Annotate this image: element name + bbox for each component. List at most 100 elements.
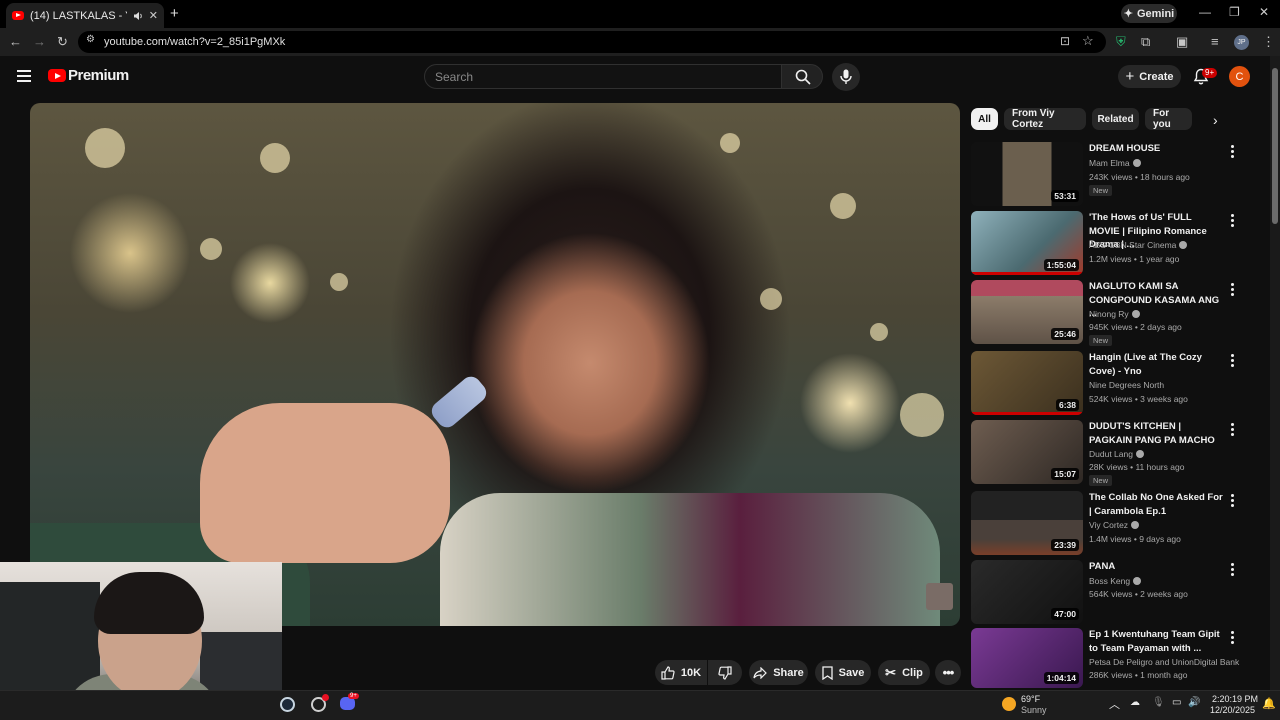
weather-temp[interactable]: 69°F — [1021, 694, 1040, 704]
recommendation-item[interactable]: 23:39 The Collab No One Asked For | Cara… — [971, 491, 1261, 557]
back-icon[interactable]: ← — [9, 34, 22, 49]
chevron-up-icon[interactable]: ︿ — [1109, 696, 1120, 712]
video-thumbnail[interactable]: 6:38 — [971, 351, 1083, 415]
steam-icon[interactable] — [280, 697, 295, 712]
cloud-icon[interactable]: ☁ — [1130, 697, 1140, 708]
hamburger-menu-icon[interactable] — [17, 70, 31, 82]
chip-for-you[interactable]: For you — [1145, 108, 1192, 130]
forward-icon[interactable]: → — [33, 34, 46, 49]
window-close-icon[interactable]: ✕ — [1259, 5, 1269, 19]
create-button[interactable]: + Create — [1118, 65, 1181, 88]
logo-text[interactable]: Premium — [68, 67, 129, 84]
recommendation-item[interactable]: 25:46 NAGLUTO KAMI SA CONGPOUND KASAMA A… — [971, 280, 1261, 346]
browser-menu-icon[interactable]: ⋮ — [1262, 34, 1275, 50]
reload-icon[interactable]: ↻ — [57, 34, 68, 50]
verified-icon — [1131, 521, 1140, 529]
browser-tab[interactable]: (14) LASTKALAS - YouTube ✕ — [6, 3, 164, 28]
more-options-icon[interactable] — [1231, 145, 1235, 159]
video-title[interactable]: Hangin (Live at The Cozy Cove) - Yno — [1089, 351, 1224, 378]
youtube-favicon-icon — [12, 11, 24, 20]
chip-all[interactable]: All — [971, 108, 998, 130]
more-options-icon[interactable] — [1231, 354, 1235, 368]
speaker-icon[interactable] — [133, 11, 143, 21]
video-title[interactable]: The Collab No One Asked For | Carambola … — [1089, 491, 1224, 518]
taskbar — [0, 690, 1280, 720]
more-options-icon[interactable] — [1231, 494, 1235, 508]
search-input[interactable]: Search — [424, 64, 782, 89]
create-label: Create — [1139, 70, 1174, 83]
more-options-icon[interactable] — [1231, 423, 1235, 437]
youtube-logo-icon[interactable] — [48, 69, 66, 82]
duration-badge: 1:55:04 — [1043, 259, 1079, 271]
recommendation-item[interactable]: 47:00 PANA Boss Keng 564K views • 2 week… — [971, 560, 1261, 626]
channel-name: Ninong Ry — [1089, 309, 1140, 319]
video-title[interactable]: DREAM HOUSE — [1089, 142, 1224, 156]
sun-icon[interactable] — [1002, 697, 1016, 711]
more-options-icon[interactable] — [1231, 214, 1235, 228]
recommendation-item[interactable]: 6:38 Hangin (Live at The Cozy Cove) - Yn… — [971, 351, 1261, 417]
account-avatar[interactable]: C — [1229, 66, 1250, 87]
recommendation-item[interactable]: 1:55:04 'The Hows of Us' FULL MOVIE | Fi… — [971, 211, 1261, 277]
chevron-right-icon[interactable]: › — [1213, 112, 1218, 128]
channel-name: Petsa De Peligro and UnionDigital Bank — [1089, 657, 1240, 667]
reading-list-icon[interactable]: ≡ — [1211, 34, 1219, 49]
profile-avatar[interactable]: JP — [1234, 35, 1249, 50]
recommendation-item[interactable]: 1:04:14 Ep 1 Kwentuhang Team Gipit to Te… — [971, 628, 1261, 688]
video-thumbnail[interactable]: 23:39 — [971, 491, 1083, 555]
install-app-icon[interactable]: ⊡ — [1060, 34, 1070, 48]
duration-badge: 47:00 — [1051, 608, 1079, 620]
share-button[interactable]: Share — [749, 660, 808, 685]
scrollbar-thumb[interactable] — [1272, 68, 1278, 224]
voice-search-button[interactable] — [832, 63, 860, 91]
video-title[interactable]: DUDUT'S KITCHEN | PAGKAIN PANG PA MACHO — [1089, 420, 1224, 447]
microphone-icon — [840, 69, 852, 84]
like-count: 10K — [680, 666, 702, 679]
bokeh-light — [85, 128, 125, 168]
more-options-icon[interactable] — [1231, 631, 1235, 645]
notification-center-icon[interactable]: 🔔 — [1262, 697, 1276, 710]
bokeh-light — [720, 133, 740, 153]
restore-icon[interactable]: ❐ — [1229, 5, 1240, 19]
address-bar[interactable]: youtube.com/watch?v=2_85i1PgMXk — [78, 31, 1106, 53]
extension-shield-icon[interactable]: ⛨ — [1116, 34, 1126, 50]
recommendation-item[interactable]: 15:07 DUDUT'S KITCHEN | PAGKAIN PANG PA … — [971, 420, 1261, 486]
clock-date[interactable]: 12/20/2025 — [1210, 705, 1255, 715]
video-thumbnail[interactable]: 15:07 — [971, 420, 1083, 484]
video-thumbnail[interactable]: 47:00 — [971, 560, 1083, 624]
extensions-puzzle-icon[interactable]: ⧉ — [1141, 34, 1150, 50]
channel-watermark[interactable] — [926, 583, 953, 610]
video-title[interactable]: Ep 1 Kwentuhang Team Gipit to Team Payam… — [1089, 628, 1224, 655]
site-info-icon[interactable]: ⚙ — [86, 34, 95, 45]
new-tab-button[interactable]: + — [170, 5, 179, 22]
clock-time[interactable]: 2:20:19 PM — [1212, 694, 1258, 704]
video-title[interactable]: PANA — [1089, 560, 1224, 574]
discord-badge: 9+ — [348, 693, 359, 699]
video-thumbnail[interactable]: 53:31 — [971, 142, 1083, 206]
cast-icon[interactable]: ▣ — [1176, 34, 1188, 50]
video-thumbnail[interactable]: 1:04:14 — [971, 628, 1083, 688]
network-icon[interactable]: ▭ — [1172, 697, 1181, 708]
recommendation-item[interactable]: 53:31 DREAM HOUSE Mam Elma 243K views • … — [971, 142, 1261, 208]
share-label: Share — [773, 666, 804, 679]
more-options-icon[interactable] — [1231, 283, 1235, 297]
weather-condition[interactable]: Sunny — [1021, 705, 1047, 715]
like-button[interactable]: 10K — [655, 660, 707, 685]
clip-button[interactable]: ✂ Clip — [878, 660, 930, 685]
more-options-icon[interactable] — [1231, 563, 1235, 577]
microphone-tray-icon[interactable]: 🎙 — [1152, 697, 1165, 708]
video-player[interactable] — [30, 103, 960, 626]
dislike-button[interactable] — [708, 660, 742, 685]
gemini-button[interactable]: ✦ Gemini — [1121, 4, 1177, 23]
more-actions-button[interactable]: ••• — [935, 660, 961, 685]
bookmark-star-icon[interactable]: ☆ — [1082, 33, 1094, 49]
volume-icon[interactable]: 🔊 — [1188, 697, 1200, 708]
save-button[interactable]: Save — [815, 660, 871, 685]
search-button[interactable] — [781, 64, 823, 89]
chip-related[interactable]: Related — [1092, 108, 1139, 130]
minimize-icon[interactable]: — — [1199, 5, 1211, 19]
chip-from-viy-cortez[interactable]: From Viy Cortez — [1004, 108, 1086, 130]
tab-close-icon[interactable]: ✕ — [149, 9, 158, 22]
video-thumbnail[interactable]: 1:55:04 — [971, 211, 1083, 275]
duration-badge: 1:04:14 — [1043, 672, 1079, 684]
video-thumbnail[interactable]: 25:46 — [971, 280, 1083, 344]
